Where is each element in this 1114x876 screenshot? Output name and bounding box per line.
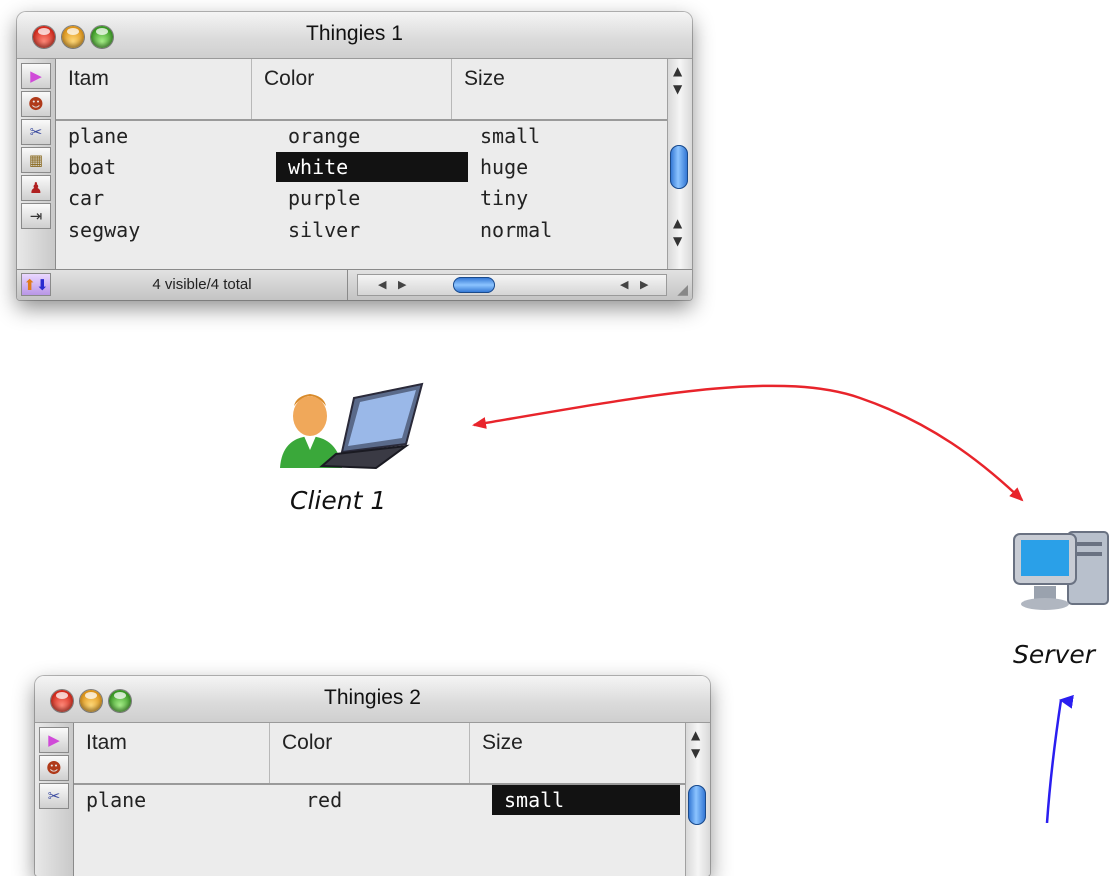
column-header-color[interactable]: Color xyxy=(270,723,470,785)
cell-item[interactable]: plane xyxy=(74,785,270,815)
client-person-icon xyxy=(280,382,424,470)
client-label: Client 1 xyxy=(290,486,387,515)
client2-server-arrow xyxy=(1045,694,1074,823)
window-title: Thingies 2 xyxy=(324,686,421,709)
scissors-icon[interactable]: ✂ xyxy=(39,783,69,809)
vertical-scroll-thumb[interactable] xyxy=(688,785,706,825)
scroll-up-arrow-icon[interactable]: ▲ xyxy=(691,729,700,741)
scroll-down-arrow-icon[interactable]: ▼ xyxy=(691,747,700,759)
tool-palette: ▶ ☻ ✂ xyxy=(35,723,74,876)
window-thingies-2: Thingies 2 ▶ ☻ ✂ Itam Color Size plane r… xyxy=(35,676,710,876)
column-header-item[interactable]: Itam xyxy=(74,723,270,785)
column-header-size[interactable]: Size xyxy=(470,723,686,785)
cell-size-selected[interactable]: small xyxy=(492,785,680,815)
people-icon[interactable]: ☻ xyxy=(39,755,69,781)
cell-color[interactable]: red xyxy=(294,785,486,815)
title-bar[interactable]: Thingies 2 xyxy=(35,676,710,723)
pink-arrow-icon[interactable]: ▶ xyxy=(39,727,69,753)
server-computer-icon xyxy=(1013,531,1109,610)
client-server-arrow xyxy=(472,384,1024,502)
vertical-scrollbar[interactable]: ▲ ▼ xyxy=(685,723,710,876)
laptop-icon xyxy=(319,382,424,470)
server-label: Server xyxy=(1013,640,1095,669)
